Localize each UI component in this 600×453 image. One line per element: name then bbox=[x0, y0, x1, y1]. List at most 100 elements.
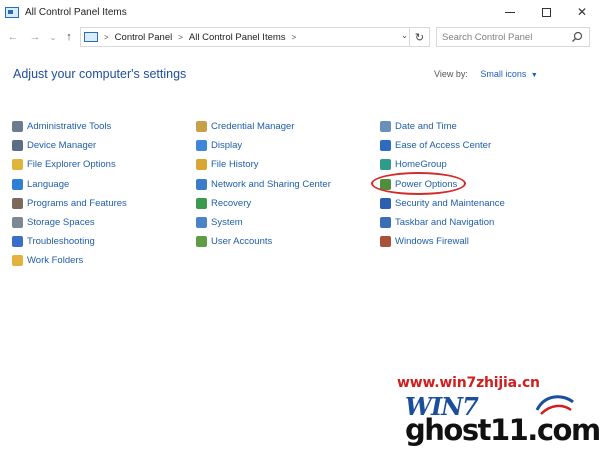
search-icon[interactable] bbox=[571, 31, 583, 43]
back-arrow-icon: ← bbox=[7, 31, 19, 43]
control-panel-item[interactable]: HomeGroup bbox=[380, 155, 505, 174]
up-button[interactable]: ↑ bbox=[62, 29, 76, 45]
tools-icon bbox=[12, 121, 23, 133]
item-label: Storage Spaces bbox=[27, 217, 95, 229]
control-panel-icon bbox=[5, 6, 19, 18]
breadcrumb-control-panel[interactable]: Control Panel bbox=[115, 32, 173, 43]
control-panel-icon bbox=[84, 32, 98, 42]
control-panel-item[interactable]: Power Options bbox=[380, 175, 505, 194]
minimize-button[interactable] bbox=[492, 0, 528, 24]
control-panel-item[interactable]: Windows Firewall bbox=[380, 232, 505, 251]
address-dropdown-icon[interactable]: ⌄ bbox=[401, 31, 408, 40]
navigation-bar: ← → ⌄ ↑ > Control Panel > All Control Pa… bbox=[0, 26, 600, 48]
window-controls: ✕ bbox=[492, 0, 600, 24]
item-label: File History bbox=[211, 159, 259, 171]
search-placeholder: Search Control Panel bbox=[442, 31, 533, 43]
refresh-button[interactable]: ↻ bbox=[409, 28, 429, 46]
item-label: Date and Time bbox=[395, 121, 457, 133]
watermark-brand: ghost11.com bbox=[405, 413, 600, 447]
control-panel-item[interactable]: User Accounts bbox=[196, 232, 331, 251]
item-label: Troubleshooting bbox=[27, 236, 95, 248]
maximize-icon bbox=[541, 7, 551, 17]
breadcrumb-chevron-icon[interactable]: > bbox=[292, 33, 297, 42]
item-label: Display bbox=[211, 140, 243, 152]
view-by-control: View by: Small icons ▼ bbox=[434, 69, 538, 79]
breadcrumb-chevron-icon: > bbox=[178, 32, 183, 42]
page-title: Adjust your computer's settings bbox=[13, 67, 187, 81]
ease-of-access-icon bbox=[380, 140, 391, 152]
power-options-icon bbox=[380, 178, 391, 190]
up-arrow-icon: ↑ bbox=[66, 31, 72, 43]
forward-button[interactable]: → bbox=[28, 29, 42, 45]
control-panel-item[interactable]: Network and Sharing Center bbox=[196, 175, 331, 194]
homegroup-icon bbox=[380, 159, 391, 171]
language-icon bbox=[12, 178, 23, 190]
window-title: All Control Panel Items bbox=[25, 6, 127, 18]
control-panel-item[interactable]: Storage Spaces bbox=[12, 213, 127, 232]
view-by-label: View by: bbox=[434, 69, 468, 79]
item-label: Work Folders bbox=[27, 255, 84, 267]
control-panel-item[interactable]: File Explorer Options bbox=[12, 155, 127, 174]
control-panel-item[interactable]: File History bbox=[196, 155, 331, 174]
address-bar[interactable]: > Control Panel > All Control Panel Item… bbox=[80, 27, 430, 47]
recent-locations-button[interactable]: ⌄ bbox=[46, 29, 60, 45]
item-label: Taskbar and Navigation bbox=[395, 217, 495, 229]
control-panel-item[interactable]: Device Manager bbox=[12, 136, 127, 155]
items-column-3: Date and Time Ease of Access Center HomeGr… bbox=[380, 117, 505, 251]
control-panel-item[interactable]: Administrative Tools bbox=[12, 117, 127, 136]
control-panel-item[interactable]: System bbox=[196, 213, 331, 232]
close-button[interactable]: ✕ bbox=[564, 0, 600, 24]
troubleshooting-icon bbox=[12, 236, 23, 248]
chevron-down-icon: ⌄ bbox=[49, 32, 57, 42]
item-label: Programs and Features bbox=[27, 197, 127, 209]
view-by-dropdown[interactable]: Small icons bbox=[480, 69, 526, 79]
file-history-icon bbox=[196, 159, 207, 171]
user-accounts-icon bbox=[196, 236, 207, 248]
items-column-1: Administrative Tools Device Manager File E… bbox=[12, 117, 127, 271]
control-panel-item[interactable]: Taskbar and Navigation bbox=[380, 213, 505, 232]
item-label: User Accounts bbox=[211, 236, 273, 248]
close-icon: ✕ bbox=[576, 5, 588, 19]
clock-icon bbox=[380, 121, 391, 133]
control-panel-item[interactable]: Security and Maintenance bbox=[380, 194, 505, 213]
control-panel-item[interactable]: Date and Time bbox=[380, 117, 505, 136]
control-panel-item[interactable]: Programs and Features bbox=[12, 194, 127, 213]
breadcrumb-chevron-icon: > bbox=[104, 32, 109, 42]
item-label: Ease of Access Center bbox=[395, 140, 492, 152]
system-icon bbox=[196, 217, 207, 229]
item-label: HomeGroup bbox=[395, 159, 447, 171]
programs-icon bbox=[12, 197, 23, 209]
title-bar: All Control Panel Items ✕ bbox=[0, 0, 600, 24]
items-column-2: Credential Manager Display File History Net… bbox=[196, 117, 331, 251]
item-label: Recovery bbox=[211, 197, 252, 209]
control-panel-item[interactable]: Troubleshooting bbox=[12, 232, 127, 251]
item-label: Windows Firewall bbox=[395, 236, 469, 248]
watermark-url: www.win7zhijia.cn bbox=[397, 375, 540, 391]
item-label: Power Options bbox=[395, 178, 458, 190]
control-panel-item[interactable]: Ease of Access Center bbox=[380, 136, 505, 155]
storage-icon bbox=[12, 217, 23, 229]
control-panel-item[interactable]: Credential Manager bbox=[196, 117, 331, 136]
maximize-button[interactable] bbox=[528, 0, 564, 24]
control-panel-item[interactable]: Language bbox=[12, 175, 127, 194]
folder-options-icon bbox=[12, 159, 23, 171]
firewall-icon bbox=[380, 236, 391, 248]
breadcrumb-all-items[interactable]: All Control Panel Items bbox=[189, 32, 286, 43]
back-button[interactable]: ← bbox=[6, 29, 20, 45]
item-label: File Explorer Options bbox=[27, 159, 116, 171]
device-manager-icon bbox=[12, 140, 23, 152]
display-icon bbox=[196, 140, 207, 152]
item-label: Security and Maintenance bbox=[395, 197, 505, 209]
caret-down-icon[interactable]: ▼ bbox=[531, 72, 538, 79]
work-folders-icon bbox=[12, 255, 23, 267]
control-panel-item[interactable]: Recovery bbox=[196, 194, 331, 213]
control-panel-item[interactable]: Work Folders bbox=[12, 251, 127, 270]
item-label: Language bbox=[27, 178, 70, 190]
item-label: Device Manager bbox=[27, 140, 97, 152]
item-label: Credential Manager bbox=[211, 121, 295, 133]
minimize-icon bbox=[505, 11, 515, 13]
refresh-icon: ↻ bbox=[414, 31, 425, 44]
search-input[interactable]: Search Control Panel bbox=[436, 27, 590, 47]
forward-arrow-icon: → bbox=[29, 31, 41, 43]
control-panel-item[interactable]: Display bbox=[196, 136, 331, 155]
